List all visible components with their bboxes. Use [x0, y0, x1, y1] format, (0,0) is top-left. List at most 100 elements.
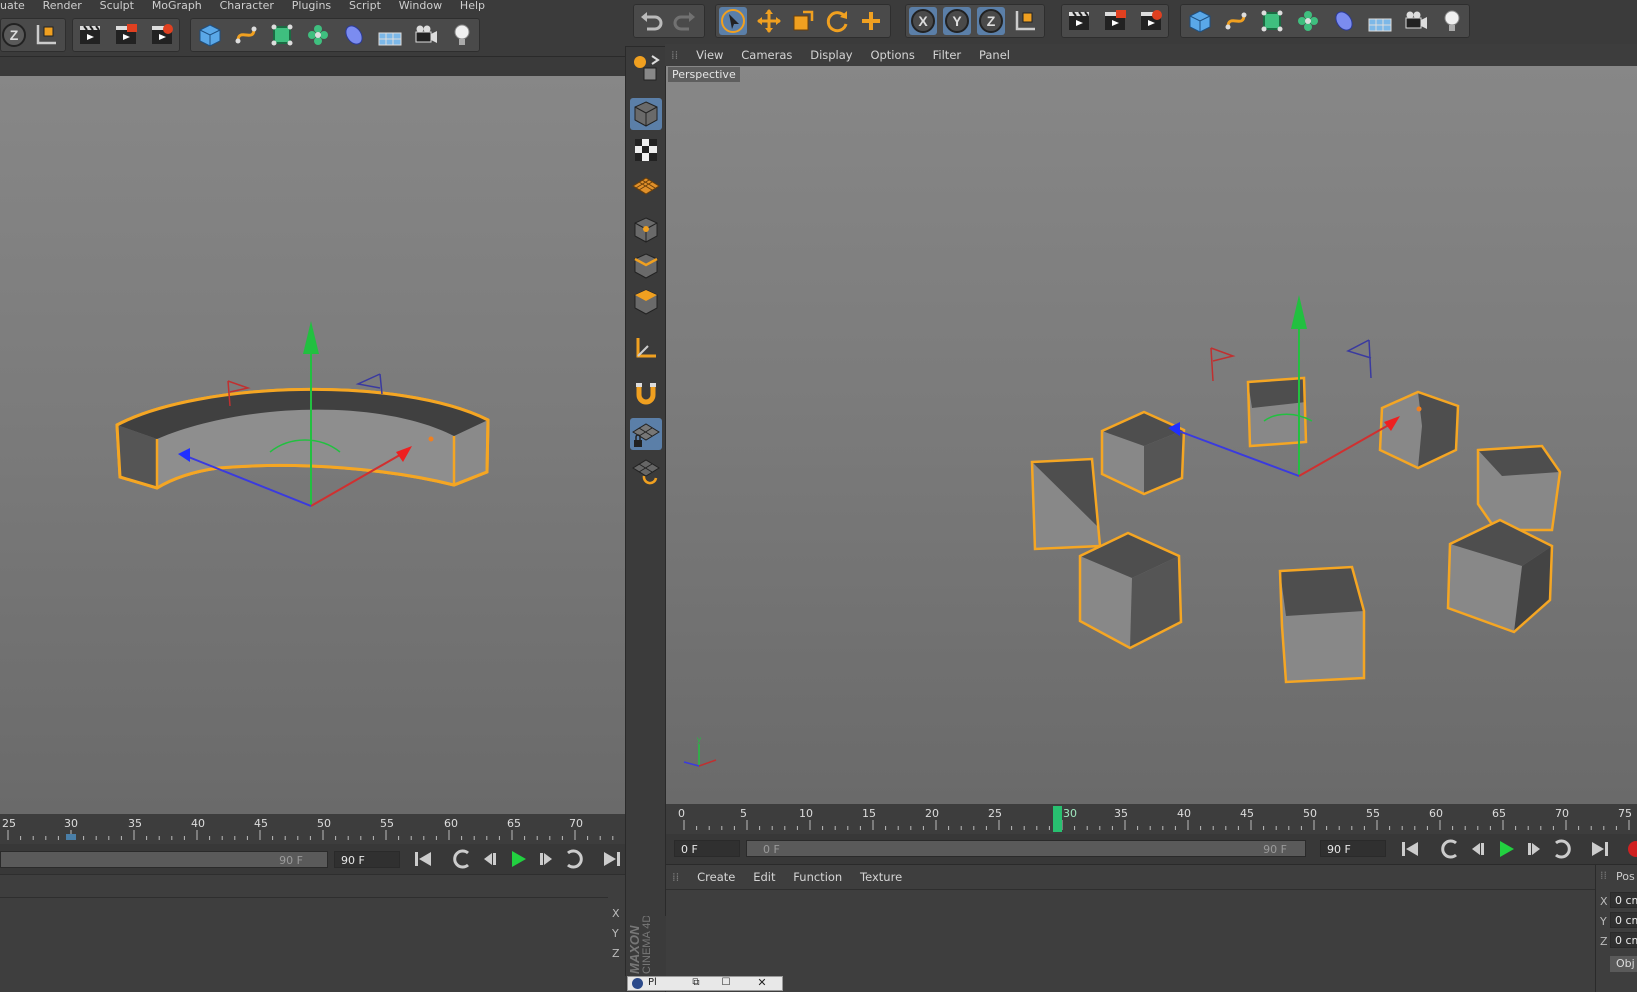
object-mode-button[interactable] — [630, 98, 662, 130]
edges-mode-button[interactable] — [630, 250, 662, 282]
next-key-button[interactable] — [1550, 837, 1574, 861]
render-settings-button[interactable] — [148, 21, 176, 49]
deformer-button-right[interactable] — [1330, 7, 1358, 35]
left-prev-key-button[interactable] — [450, 847, 474, 871]
menu-item-plugins[interactable]: Plugins — [292, 0, 331, 11]
scale-tool-button[interactable] — [789, 7, 817, 35]
cube-4[interactable] — [1378, 390, 1460, 470]
camera-button-right[interactable] — [1402, 7, 1430, 35]
y-axis-handle[interactable] — [303, 321, 319, 354]
menu-item-render[interactable]: Render — [43, 0, 82, 11]
viewport-menu-panel[interactable]: Panel — [979, 44, 1010, 66]
left-end-frame-field[interactable]: 90 F — [334, 851, 400, 868]
coord-x-field[interactable]: 0 cm — [1610, 892, 1637, 908]
world-coordinate-button[interactable] — [1011, 7, 1039, 35]
render-view-button-right[interactable] — [1065, 7, 1093, 35]
playhead[interactable] — [1053, 806, 1062, 832]
z-axis-lock-button-right[interactable]: Z — [977, 7, 1005, 35]
polygons-mode-button[interactable] — [630, 286, 662, 318]
coord-z-field[interactable]: 0 cm — [1610, 932, 1637, 948]
workplane-mode-button[interactable] — [630, 170, 662, 202]
render-picture-viewer-button[interactable] — [112, 21, 140, 49]
next-frame-button[interactable] — [1522, 837, 1546, 861]
snap-button[interactable] — [630, 378, 662, 410]
left-play-button[interactable] — [506, 847, 530, 871]
cube-2[interactable] — [1100, 410, 1186, 496]
maximize-icon[interactable]: ☐ — [716, 977, 736, 990]
perspective-viewport[interactable]: Perspective y — [665, 66, 1637, 804]
play-button[interactable] — [1494, 837, 1518, 861]
material-menu-function[interactable]: Function — [793, 865, 842, 889]
left-next-frame-button[interactable] — [534, 847, 558, 871]
model-mode-button[interactable] — [630, 52, 662, 84]
coordinate-system-button[interactable] — [32, 21, 60, 49]
menu-item-evaluate[interactable]: uate — [0, 0, 25, 11]
menu-item-window[interactable]: Window — [399, 0, 442, 11]
x-axis-lock-button[interactable]: X — [909, 7, 937, 35]
light-button-right[interactable] — [1438, 7, 1466, 35]
cube-object-button[interactable] — [196, 21, 224, 49]
cube-5[interactable] — [1476, 444, 1562, 532]
camera-button[interactable] — [412, 21, 440, 49]
render-settings-button-right[interactable] — [1137, 7, 1165, 35]
cube-6[interactable] — [1078, 531, 1183, 650]
minimized-window-bar[interactable]: Pl ⧉ ☐ ✕ — [627, 976, 783, 991]
y-axis-lock-button[interactable]: Y — [943, 7, 971, 35]
prev-frame-button[interactable] — [1466, 837, 1490, 861]
prev-key-button[interactable] — [1438, 837, 1462, 861]
goto-start-button[interactable] — [1398, 837, 1422, 861]
cube-3[interactable] — [1246, 376, 1308, 448]
redo-button[interactable] — [671, 7, 699, 35]
end-frame-field[interactable]: 90 F — [1320, 840, 1386, 857]
viewport-menu-filter[interactable]: Filter — [933, 44, 961, 66]
restore-icon[interactable]: ⧉ — [686, 977, 706, 990]
left-goto-start-button[interactable] — [411, 847, 435, 871]
viewport-menu-options[interactable]: Options — [870, 44, 914, 66]
environment-button-right[interactable] — [1366, 7, 1394, 35]
z-axis-lock-button[interactable]: Z — [0, 21, 28, 49]
coord-y-field[interactable]: 0 cm — [1610, 912, 1637, 928]
mograph-button-right[interactable] — [1294, 7, 1322, 35]
left-playhead-marker[interactable] — [66, 834, 76, 840]
close-icon[interactable]: ✕ — [748, 977, 776, 990]
menu-item-script[interactable]: Script — [349, 0, 381, 11]
frame-range-slider[interactable]: 0 F 90 F — [746, 840, 1306, 857]
environment-button[interactable] — [376, 21, 404, 49]
left-timeline[interactable]: 25 30 35 40 45 50 55 60 65 70 — [0, 814, 625, 844]
goto-end-button[interactable] — [1588, 837, 1612, 861]
coord-object-dropdown[interactable]: Obj — [1610, 956, 1637, 972]
rotate-tool-button[interactable] — [823, 7, 851, 35]
left-prev-frame-button[interactable] — [478, 847, 502, 871]
material-menu-create[interactable]: Create — [697, 865, 735, 889]
left-frame-range-slider[interactable]: 90 F — [0, 851, 328, 868]
record-button[interactable] — [1624, 837, 1637, 861]
y-axis-handle[interactable] — [1291, 295, 1307, 329]
viewport-menu-view[interactable]: View — [696, 44, 723, 66]
generator-button[interactable] — [268, 21, 296, 49]
menu-item-help[interactable]: Help — [460, 0, 485, 11]
spline-button[interactable] — [232, 21, 260, 49]
left-next-key-button[interactable] — [562, 847, 586, 871]
cube-7[interactable] — [1278, 565, 1366, 684]
menu-item-sculpt[interactable]: Sculpt — [100, 0, 134, 11]
viewport-camera-label[interactable]: Perspective — [668, 67, 740, 82]
cube-object-button-right[interactable] — [1186, 7, 1214, 35]
left-viewport[interactable] — [0, 76, 625, 814]
deformer-button[interactable] — [340, 21, 368, 49]
live-selection-button[interactable] — [719, 7, 747, 35]
mograph-button[interactable] — [304, 21, 332, 49]
render-picture-viewer-button-right[interactable] — [1101, 7, 1129, 35]
spline-button-right[interactable] — [1222, 7, 1250, 35]
move-tool-button[interactable] — [755, 7, 783, 35]
menu-item-character[interactable]: Character — [220, 0, 274, 11]
viewport-menu-cameras[interactable]: Cameras — [741, 44, 792, 66]
main-timeline[interactable]: 0 5 10 15 20 25 30 35 40 45 50 55 60 65 … — [665, 804, 1637, 834]
undo-button[interactable] — [637, 7, 665, 35]
viewport-menu-display[interactable]: Display — [810, 44, 852, 66]
menu-item-mograph[interactable]: MoGraph — [152, 0, 202, 11]
axis-mode-button[interactable] — [630, 332, 662, 364]
left-goto-end-button[interactable] — [600, 847, 624, 871]
texture-mode-button[interactable] — [630, 134, 662, 166]
planar-workplane-button[interactable] — [630, 454, 662, 486]
start-frame-field[interactable]: 0 F — [674, 840, 740, 857]
